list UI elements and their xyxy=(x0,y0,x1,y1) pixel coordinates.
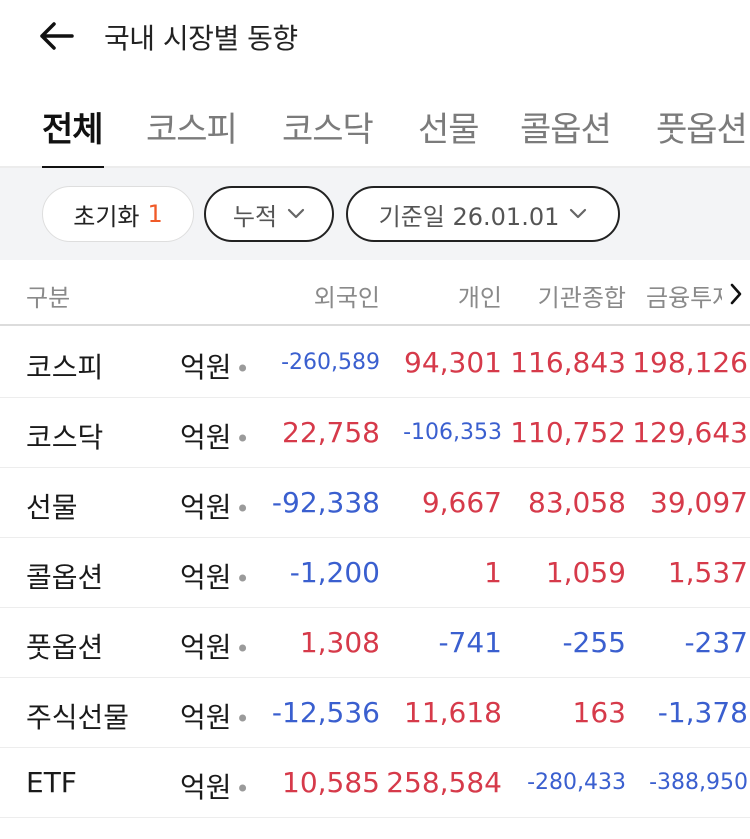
table-header: 구분 외국인 개인 기관종합 금융투자 xyxy=(0,262,750,326)
row-label: ETF xyxy=(26,766,77,799)
column-header-institution: 기관종합 xyxy=(537,284,626,312)
unit-cell: 억원 • xyxy=(180,626,250,666)
table-row[interactable]: ETF 억원 • 10,585 258,584 -280,433 -388,950 xyxy=(0,748,750,818)
row-label: 코스닥 xyxy=(26,421,104,454)
tab-kospi[interactable]: 코스피 xyxy=(146,102,238,151)
table-row[interactable]: 선물 억원 • -92,338 9,667 83,058 39,097 xyxy=(0,468,750,538)
info-dot-icon[interactable]: • xyxy=(236,565,250,593)
value-financial-investment: 39,097 xyxy=(650,486,748,519)
mode-label: 누적 xyxy=(232,202,278,231)
column-header-category: 구분 xyxy=(26,284,71,312)
column-header-individual: 개인 xyxy=(457,284,502,312)
value-financial-investment: -388,950 xyxy=(649,770,748,795)
reset-filter-button[interactable]: 초기화 1 xyxy=(42,186,194,242)
unit-cell: 억원 • xyxy=(180,346,250,386)
chevron-down-icon xyxy=(569,208,587,220)
table-row[interactable]: 코스닥 억원 • 22,758 -106,353 110,752 129,643 xyxy=(0,398,750,468)
value-individual: 9,667 xyxy=(421,486,502,519)
row-label: 풋옵션 xyxy=(26,631,104,664)
tab-kosdaq[interactable]: 코스닥 xyxy=(282,102,374,151)
unit-cell: 억원 • xyxy=(180,696,250,736)
value-financial-investment: 129,643 xyxy=(632,416,748,449)
value-foreign: -260,589 xyxy=(281,350,380,375)
value-foreign: -1,200 xyxy=(289,556,380,589)
value-individual: -106,353 xyxy=(403,420,502,445)
table-row[interactable]: 주식선물 억원 • -12,536 11,618 163 -1,378 xyxy=(0,678,750,748)
arrow-left-icon xyxy=(40,22,74,50)
value-institution: -280,433 xyxy=(527,770,626,795)
value-institution: 116,843 xyxy=(510,346,626,379)
value-individual: 94,301 xyxy=(404,346,502,379)
value-foreign: 1,308 xyxy=(299,626,380,659)
value-individual: 258,584 xyxy=(386,766,502,799)
value-individual: 11,618 xyxy=(404,696,502,729)
value-financial-investment: 198,126 xyxy=(632,346,748,379)
info-dot-icon[interactable]: • xyxy=(236,355,250,383)
unit-cell: 억원 • xyxy=(180,416,250,456)
table-row[interactable]: 코스피 억원 • -260,589 94,301 116,843 198,126 xyxy=(0,328,750,398)
unit-label: 억원 xyxy=(180,771,232,804)
unit-cell: 억원 • xyxy=(180,556,250,596)
date-label: 기준일 26.01.01 xyxy=(378,202,560,231)
filter-bar: 초기화 1 누적 기준일 26.01.01 xyxy=(0,168,750,260)
info-dot-icon[interactable]: • xyxy=(236,635,250,663)
reset-label: 초기화 xyxy=(73,202,140,231)
value-foreign: 10,585 xyxy=(282,766,380,799)
unit-label: 억원 xyxy=(180,631,232,664)
value-institution: -255 xyxy=(562,626,626,659)
unit-cell: 억원 • xyxy=(180,486,250,526)
unit-label: 억원 xyxy=(180,701,232,734)
page-title: 국내 시장별 동향 xyxy=(104,22,298,55)
value-foreign: 22,758 xyxy=(282,416,380,449)
info-dot-icon[interactable]: • xyxy=(236,705,250,733)
value-institution: 110,752 xyxy=(510,416,626,449)
info-dot-icon[interactable]: • xyxy=(236,495,250,523)
value-foreign: -12,536 xyxy=(271,696,380,729)
unit-label: 억원 xyxy=(180,421,232,454)
info-dot-icon[interactable]: • xyxy=(236,425,250,453)
unit-label: 억원 xyxy=(180,351,232,384)
back-button[interactable] xyxy=(34,14,78,58)
mode-dropdown[interactable]: 누적 xyxy=(204,186,334,242)
tab-call-option[interactable]: 콜옵션 xyxy=(520,102,612,151)
chevron-right-icon xyxy=(730,283,742,305)
info-dot-icon[interactable]: • xyxy=(236,775,250,803)
value-financial-investment: 1,537 xyxy=(667,556,748,589)
value-institution: 163 xyxy=(572,696,626,729)
value-financial-investment: -237 xyxy=(684,626,748,659)
column-header-foreign: 외국인 xyxy=(313,284,380,312)
value-individual: -741 xyxy=(438,626,502,659)
unit-label: 억원 xyxy=(180,491,232,524)
table-row[interactable]: 풋옵션 억원 • 1,308 -741 -255 -237 xyxy=(0,608,750,678)
table-row[interactable]: 콜옵션 억원 • -1,200 1 1,059 1,537 xyxy=(0,538,750,608)
unit-label: 억원 xyxy=(180,561,232,594)
market-tabs: 전체 코스피 코스닥 선물 콜옵션 풋옵션 xyxy=(0,96,750,168)
value-individual: 1 xyxy=(484,556,502,589)
value-foreign: -92,338 xyxy=(271,486,380,519)
scroll-columns-button[interactable] xyxy=(722,274,750,314)
chevron-down-icon xyxy=(287,208,305,220)
tab-futures[interactable]: 선물 xyxy=(418,102,480,151)
value-institution: 83,058 xyxy=(528,486,626,519)
value-institution: 1,059 xyxy=(545,556,626,589)
tab-put-option[interactable]: 풋옵션 xyxy=(656,102,748,151)
row-label: 코스피 xyxy=(26,351,104,384)
date-dropdown[interactable]: 기준일 26.01.01 xyxy=(346,186,620,242)
row-label: 선물 xyxy=(26,491,78,524)
row-label: 주식선물 xyxy=(26,701,130,734)
unit-cell: 억원 • xyxy=(180,766,250,806)
row-label: 콜옵션 xyxy=(26,561,104,594)
tab-all[interactable]: 전체 xyxy=(42,102,104,151)
reset-count-badge: 1 xyxy=(147,200,163,228)
app-header: 국내 시장별 동향 xyxy=(0,0,750,72)
value-financial-investment: -1,378 xyxy=(657,696,748,729)
